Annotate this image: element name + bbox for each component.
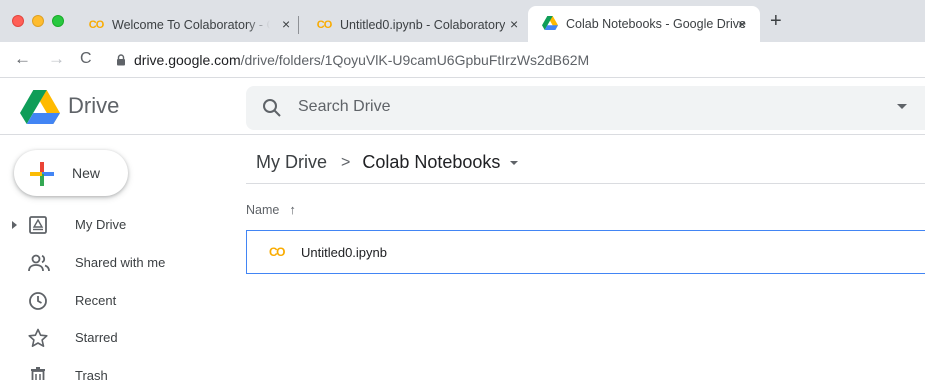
sidebar-item-starred[interactable]: Starred (0, 320, 230, 356)
browser-tab-welcome[interactable]: CO Welcome To Colaboratory - Colab × (76, 8, 294, 42)
window-zoom-button[interactable] (52, 15, 64, 27)
shared-icon (28, 254, 50, 272)
star-icon (28, 328, 48, 348)
expand-arrow-icon[interactable] (12, 221, 17, 229)
file-row[interactable]: CO Untitled0.ipynb (246, 230, 925, 274)
breadcrumb-current[interactable]: Colab Notebooks (362, 152, 500, 173)
tab-separator (298, 16, 299, 34)
breadcrumb-separator-icon: > (341, 153, 351, 171)
breadcrumb-root[interactable]: My Drive (256, 152, 327, 173)
tab-close-icon[interactable]: × (282, 16, 290, 32)
sidebar-item-label: Shared with me (75, 255, 166, 270)
colab-icon: CO (88, 19, 105, 31)
search-bar[interactable] (246, 86, 925, 130)
window-minimize-button[interactable] (32, 15, 44, 27)
breadcrumb: My Drive > Colab Notebooks (256, 152, 519, 173)
tab-title: Untitled0.ipynb - Colaboratory (340, 18, 506, 32)
file-name: Untitled0.ipynb (301, 245, 387, 260)
sidebar-item-trash[interactable]: Trash (0, 358, 230, 380)
search-icon[interactable] (262, 98, 282, 118)
url-host: drive.google.com (134, 52, 241, 68)
colab-icon: CO (316, 19, 333, 31)
lock-icon[interactable] (116, 54, 126, 66)
browser-tabstrip: CO Welcome To Colaboratory - Colab × CO … (0, 0, 925, 42)
browser-tab-untitled[interactable]: CO Untitled0.ipynb - Colaboratory × (304, 8, 522, 42)
sidebar-item-shared[interactable]: Shared with me (0, 245, 230, 281)
reload-icon[interactable]: C (80, 50, 92, 68)
forward-arrow-icon[interactable]: → (48, 49, 65, 69)
my-drive-icon (29, 216, 47, 234)
sidebar-item-label: Recent (75, 293, 117, 308)
divider (246, 183, 925, 184)
drive-logo-icon[interactable] (20, 90, 60, 129)
sidebar-item-label: Starred (75, 330, 118, 345)
column-header-label: Name (246, 202, 280, 217)
search-input[interactable] (298, 98, 858, 116)
drive-icon (542, 15, 558, 33)
window-close-button[interactable] (12, 15, 24, 27)
new-button[interactable]: New (14, 150, 128, 196)
trash-icon (31, 367, 45, 380)
sidebar-item-label: Trash (75, 368, 108, 380)
tab-title: Welcome To Colaboratory - Colab (112, 18, 270, 32)
colab-file-icon: CO (269, 245, 286, 259)
sidebar-item-label: My Drive (75, 217, 127, 232)
drive-brand-label[interactable]: Drive (68, 93, 119, 119)
back-arrow-icon[interactable]: ← (14, 49, 31, 69)
chevron-down-icon[interactable] (510, 160, 519, 165)
new-tab-button[interactable]: + (770, 10, 782, 33)
tab-title: Colab Notebooks - Google Drive (566, 17, 746, 31)
browser-toolbar: ← → C drive.google.com/drive/folders/1Qo… (0, 42, 925, 78)
tab-close-icon[interactable]: × (738, 16, 746, 32)
drive-header: Drive (0, 79, 925, 135)
sort-arrow-icon[interactable]: ↑ (289, 202, 296, 217)
tab-close-icon[interactable]: × (510, 16, 518, 32)
address-bar[interactable]: drive.google.com/drive/folders/1QoyuVlK-… (134, 52, 589, 68)
clock-icon (29, 292, 47, 310)
sidebar-item-recent[interactable]: Recent (0, 283, 230, 319)
browser-tab-drive[interactable]: Colab Notebooks - Google Drive × (528, 6, 760, 42)
column-header-name[interactable]: Name ↑ (246, 202, 296, 217)
url-path: /drive/folders/1QoyuVlK-U9camU6GpbuFtIrz… (240, 52, 590, 68)
sidebar-item-my-drive[interactable]: My Drive (0, 207, 230, 243)
plus-icon (30, 162, 54, 186)
new-button-label: New (72, 165, 101, 181)
search-options-icon[interactable] (897, 104, 907, 109)
